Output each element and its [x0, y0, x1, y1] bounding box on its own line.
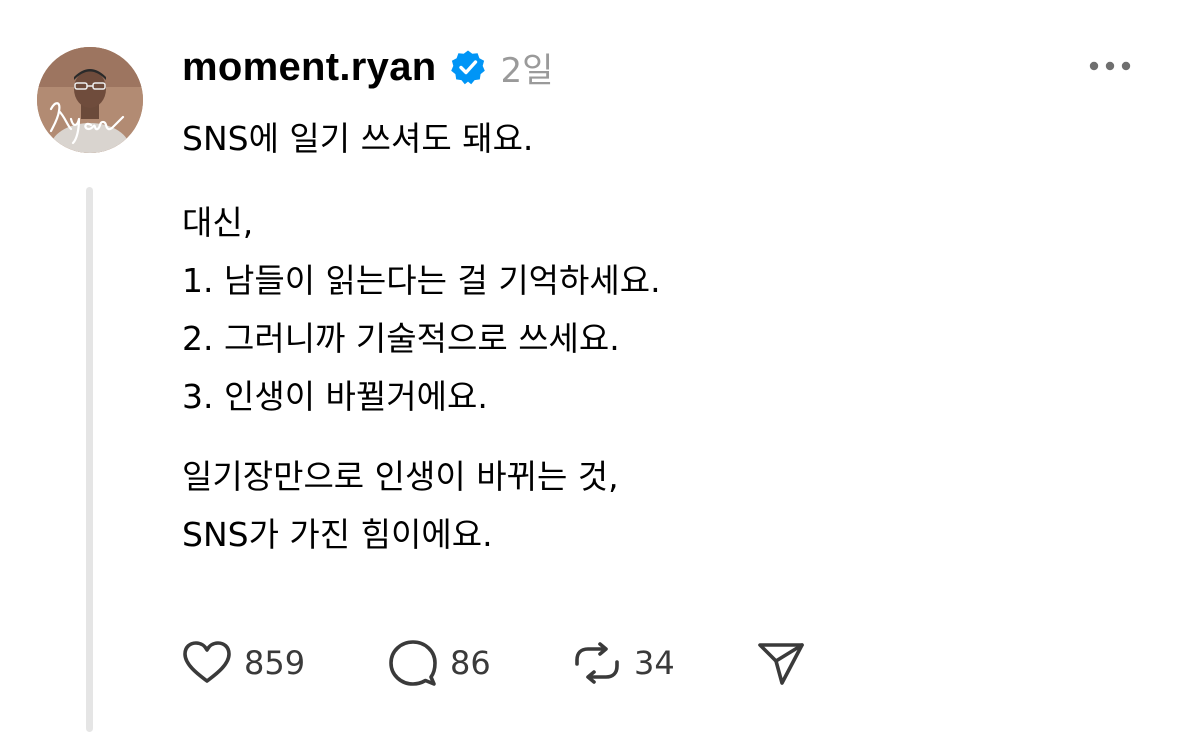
post-actions: 859 86 34	[182, 636, 806, 690]
post-text-line: 3. 인생이 바뀔거에요.	[182, 377, 488, 416]
send-paper-plane-icon	[758, 643, 804, 685]
avatar-photo	[37, 47, 143, 153]
post-text-line: 일기장만으로 인생이 바뀌는 것,	[182, 457, 619, 496]
post-text-line: 대신,	[182, 203, 254, 242]
post-timestamp: 2일	[500, 50, 554, 91]
repost-button[interactable]: 34	[572, 638, 756, 688]
more-horizontal-icon	[1089, 61, 1131, 71]
avatar[interactable]	[37, 47, 143, 153]
comment-bubble-icon	[389, 640, 437, 686]
reply-count: 86	[450, 644, 491, 682]
repost-arrows-icon	[575, 642, 619, 684]
like-button[interactable]: 859	[182, 640, 388, 686]
verified-badge-icon	[450, 49, 486, 85]
username[interactable]: moment.ryan	[182, 45, 436, 90]
post-text-line: SNS에 일기 쓰셔도 돼요.	[182, 119, 534, 158]
post-text-line: SNS가 가진 힘이에요.	[182, 515, 493, 554]
more-options-button[interactable]	[1086, 56, 1134, 76]
repost-count: 34	[634, 644, 675, 682]
heart-icon	[183, 641, 231, 683]
share-button[interactable]	[756, 638, 806, 688]
reply-button[interactable]: 86	[388, 638, 572, 688]
post-text-line: 1. 남들이 읽는다는 걸 기억하세요.	[182, 261, 661, 300]
post-body: SNS에 일기 쓰셔도 돼요. 대신, 1. 남들이 읽는다는 걸 기억하세요.…	[182, 110, 661, 564]
post-text-line: 2. 그러니까 기술적으로 쓰세요.	[182, 319, 620, 358]
post-header: moment.ryan 2일	[182, 42, 553, 92]
like-count: 859	[244, 644, 306, 682]
thread-line	[86, 187, 93, 732]
